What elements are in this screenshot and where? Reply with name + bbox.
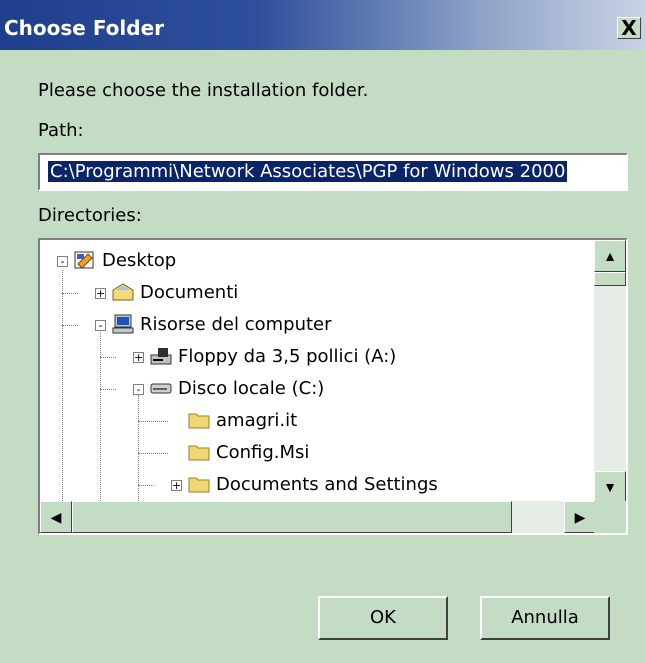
tree-item-label: Documenti [140, 282, 239, 303]
tree-item-risorse-del-computer[interactable]: - Risorse del computer [40, 309, 460, 341]
my-documents-icon [112, 283, 134, 301]
prompt-text: Please choose the installation folder. [38, 80, 369, 101]
hard-drive-icon [150, 383, 172, 394]
collapse-icon[interactable]: - [133, 384, 144, 395]
folder-icon [188, 477, 210, 493]
tree-item-documenti[interactable]: + Documenti [40, 277, 440, 309]
expand-icon[interactable]: + [171, 480, 182, 491]
scroll-right-button[interactable]: ▶ [564, 501, 596, 533]
my-computer-icon [112, 314, 134, 334]
tree-item-disco-locale[interactable]: - Disco locale (C:) [40, 373, 460, 405]
desktop-icon [74, 251, 94, 269]
cancel-button[interactable]: Annulla [480, 596, 610, 640]
title-bar[interactable]: Choose Folder X [0, 0, 645, 50]
window-title: Choose Folder [4, 16, 165, 40]
folder-icon [188, 413, 210, 429]
tree-item-desktop[interactable]: - Desktop [40, 245, 440, 277]
scroll-up-button[interactable]: ▲ [594, 240, 626, 272]
scroll-down-button[interactable]: ▼ [594, 471, 626, 503]
path-label: Path: [38, 120, 84, 141]
collapse-icon[interactable]: - [95, 320, 106, 331]
tree-content: - Desktop + Documenti - Risorse del comp… [40, 240, 596, 503]
directory-tree[interactable]: - Desktop + Documenti - Risorse del comp… [38, 238, 628, 535]
close-button[interactable]: X [617, 17, 641, 39]
vertical-scrollbar[interactable]: ▲ ▼ [594, 240, 626, 503]
tree-item-label: Disco locale (C:) [178, 378, 325, 399]
floppy-drive-icon [150, 348, 172, 365]
choose-folder-dialog: Choose Folder X Please choose the instal… [0, 0, 645, 663]
tree-item-label: amagri.it [216, 410, 298, 431]
tree-item-config-msi[interactable]: Config.Msi [40, 437, 460, 469]
horizontal-scroll-thumb[interactable] [72, 501, 512, 533]
expand-icon[interactable]: + [133, 352, 144, 363]
vertical-scroll-thumb[interactable] [594, 272, 626, 286]
directories-label: Directories: [38, 205, 142, 226]
tree-item-label: Floppy da 3,5 pollici (A:) [178, 346, 397, 367]
tree-item-floppy[interactable]: + Floppy da 3,5 pollici (A:) [40, 341, 500, 373]
expand-icon[interactable]: + [95, 288, 106, 299]
tree-item-label: Desktop [102, 250, 177, 271]
scrollbar-corner [594, 501, 626, 533]
path-value: C:\Programmi\Network Associates\PGP for … [48, 161, 568, 182]
path-input[interactable]: C:\Programmi\Network Associates\PGP for … [38, 153, 628, 191]
tree-item-amagri[interactable]: amagri.it [40, 405, 460, 437]
collapse-icon[interactable]: - [57, 256, 68, 267]
horizontal-scrollbar[interactable]: ◀ ▶ [40, 501, 596, 533]
tree-item-documents-and-settings[interactable]: + Documents and Settings [40, 469, 500, 501]
ok-button[interactable]: OK [318, 596, 448, 640]
scroll-left-button[interactable]: ◀ [40, 501, 72, 533]
tree-item-label: Documents and Settings [216, 474, 438, 495]
tree-item-label: Config.Msi [216, 442, 310, 463]
folder-icon [188, 445, 210, 461]
tree-item-label: Risorse del computer [140, 314, 332, 335]
